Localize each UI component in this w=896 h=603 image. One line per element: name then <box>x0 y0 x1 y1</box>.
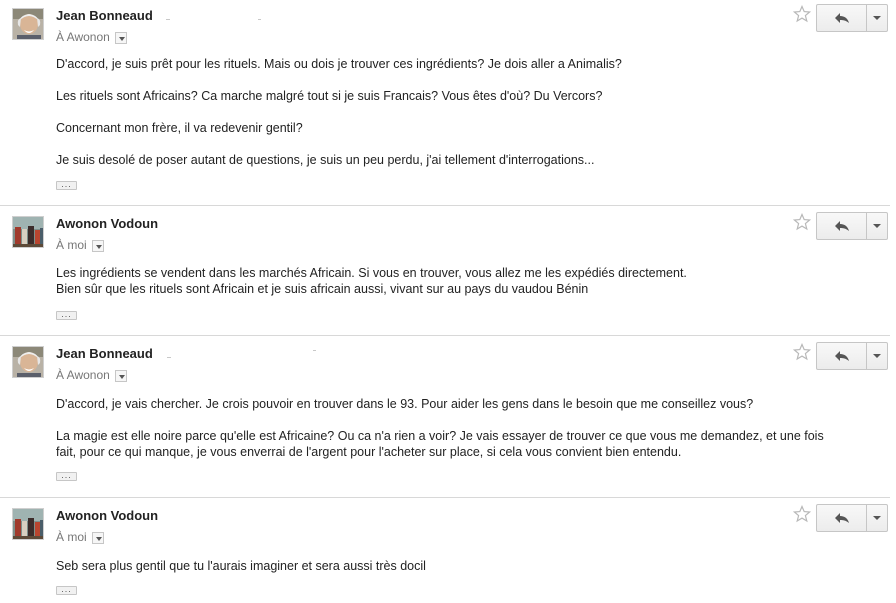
sender-avatar[interactable] <box>12 508 44 540</box>
jean-avatar-image <box>13 347 43 377</box>
body-paragraph: La magie est elle noire parce qu'elle es… <box>56 429 824 443</box>
more-options-button[interactable] <box>867 343 887 369</box>
awonon-avatar-image <box>13 509 43 539</box>
body-paragraph: Les rituels sont Africains? Ca marche ma… <box>56 89 603 103</box>
body-paragraph: Je suis desolé de poser autant de questi… <box>56 153 595 167</box>
star-icon[interactable] <box>792 4 812 23</box>
recipient-dropdown-icon[interactable] <box>91 532 104 544</box>
message-body: Les ingrédients se vendent dans les marc… <box>56 265 687 297</box>
recipient-line[interactable]: À Awonon <box>56 30 127 44</box>
reply-button[interactable] <box>817 5 867 31</box>
reply-button-group <box>816 212 888 240</box>
redaction-mark <box>258 19 261 20</box>
reply-button[interactable] <box>817 343 867 369</box>
sender-name[interactable]: Awonon Vodoun <box>56 216 158 231</box>
email-message: Jean Bonneaud À Awonon D'accord, je suis… <box>0 0 890 206</box>
body-paragraph: fait, pour ce qui manque, je vous enverr… <box>56 445 682 459</box>
recipient-line[interactable]: À moi <box>56 238 104 252</box>
email-message: Awonon Vodoun À moi Seb sera plus gentil… <box>0 500 890 603</box>
recipient-label: À moi <box>56 238 87 252</box>
body-paragraph: Les ingrédients se vendent dans les marc… <box>56 266 687 280</box>
body-paragraph: Bien sûr que les rituels sont Africain e… <box>56 282 589 296</box>
more-options-button[interactable] <box>867 213 887 239</box>
reply-arrow-icon <box>834 13 849 23</box>
more-options-button[interactable] <box>867 505 887 531</box>
body-paragraph: Seb sera plus gentil que tu l'aurais ima… <box>56 559 426 573</box>
star-icon[interactable] <box>792 342 812 361</box>
show-trimmed-content-button[interactable]: ... <box>56 310 77 320</box>
star-icon[interactable] <box>792 212 812 231</box>
reply-arrow-icon <box>834 221 849 231</box>
reply-button-group <box>816 504 888 532</box>
more-options-button[interactable] <box>867 5 887 31</box>
redaction-mark <box>167 357 171 358</box>
message-body: Seb sera plus gentil que tu l'aurais ima… <box>56 558 426 574</box>
sender-name[interactable]: Jean Bonneaud <box>56 8 153 23</box>
recipient-label: À Awonon <box>56 368 110 382</box>
show-trimmed-content-button[interactable]: ... <box>56 585 77 595</box>
show-trimmed-content-button[interactable]: ... <box>56 471 77 481</box>
body-paragraph: D'accord, je suis prêt pour les rituels.… <box>56 57 622 71</box>
body-paragraph: D'accord, je vais chercher. Je crois pou… <box>56 397 754 411</box>
awonon-avatar-image <box>13 217 43 247</box>
redaction-mark <box>313 350 316 351</box>
recipient-line[interactable]: À moi <box>56 530 104 544</box>
sender-name[interactable]: Jean Bonneaud <box>56 346 153 361</box>
jean-avatar-image <box>13 9 43 39</box>
reply-button[interactable] <box>817 505 867 531</box>
redaction-mark <box>166 19 170 20</box>
message-body: D'accord, je vais chercher. Je crois pou… <box>56 396 824 460</box>
email-message: Awonon Vodoun À moi Les ingrédients se v… <box>0 208 890 336</box>
star-icon[interactable] <box>792 504 812 523</box>
reply-arrow-icon <box>834 351 849 361</box>
email-thread: Jean Bonneaud À Awonon D'accord, je suis… <box>0 0 896 603</box>
sender-name[interactable]: Awonon Vodoun <box>56 508 158 523</box>
sender-avatar[interactable] <box>12 346 44 378</box>
reply-arrow-icon <box>834 513 849 523</box>
sender-avatar[interactable] <box>12 8 44 40</box>
email-message: Jean Bonneaud À Awonon D'accord, je vais… <box>0 338 890 498</box>
recipient-dropdown-icon[interactable] <box>91 240 104 252</box>
reply-button[interactable] <box>817 213 867 239</box>
recipient-dropdown-icon[interactable] <box>114 370 127 382</box>
show-trimmed-content-button[interactable]: ... <box>56 180 77 190</box>
recipient-dropdown-icon[interactable] <box>114 32 127 44</box>
recipient-label: À moi <box>56 530 87 544</box>
recipient-line[interactable]: À Awonon <box>56 368 127 382</box>
recipient-label: À Awonon <box>56 30 110 44</box>
sender-avatar[interactable] <box>12 216 44 248</box>
reply-button-group <box>816 342 888 370</box>
body-paragraph: Concernant mon frère, il va redevenir ge… <box>56 121 303 135</box>
reply-button-group <box>816 4 888 32</box>
message-body: D'accord, je suis prêt pour les rituels.… <box>56 56 622 168</box>
